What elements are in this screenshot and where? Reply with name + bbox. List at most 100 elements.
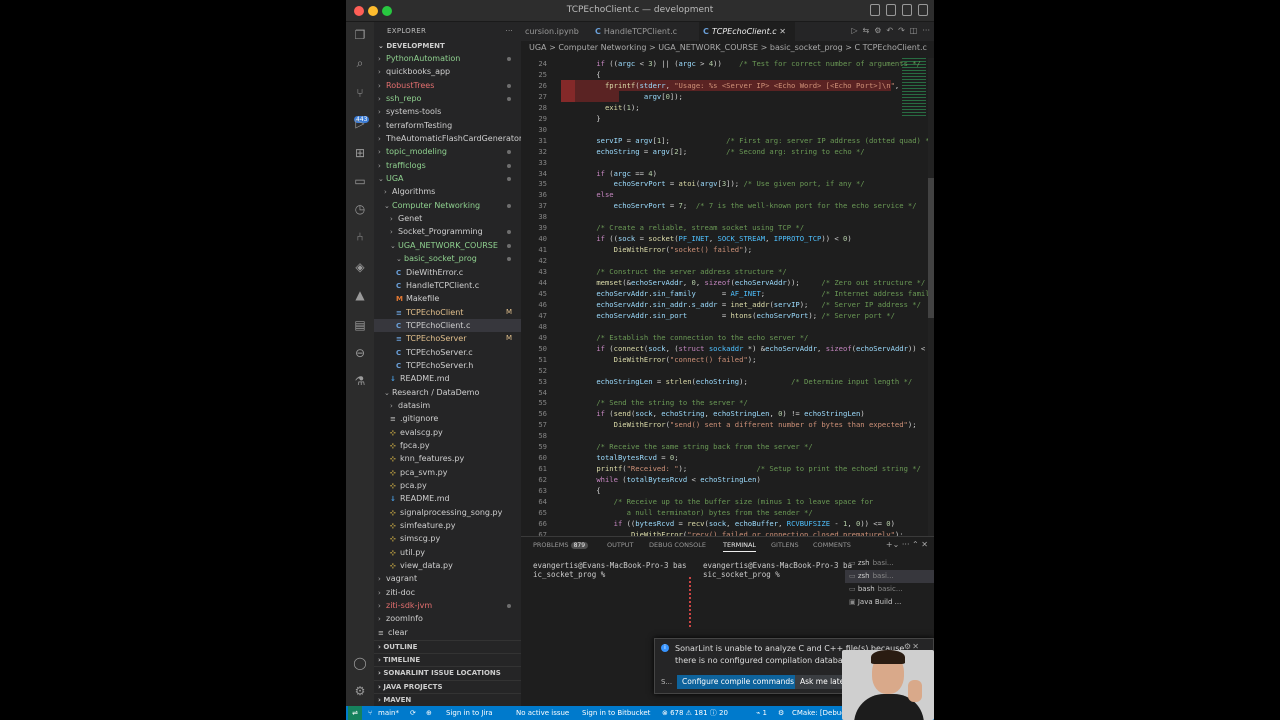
code-line[interactable]: 52 (521, 365, 921, 376)
more-actions-icon[interactable]: ··· (505, 22, 513, 40)
code-line[interactable]: 58 (521, 430, 921, 441)
code-editor[interactable]: 24 if ((argc < 3) || (argc > 4)) /* Test… (521, 58, 934, 536)
new-terminal-icon[interactable]: +⌄ (886, 540, 899, 549)
tree-item[interactable]: › trafficlogs (374, 159, 521, 172)
timeline-icon[interactable]: ◷ (353, 202, 367, 216)
tree-item[interactable]: ⊹ pca.py (374, 479, 521, 492)
cmake-status[interactable]: CMake: [Debug (792, 706, 846, 720)
tree-item[interactable]: › PythonAutomation (374, 52, 521, 65)
tree-item[interactable]: ⊹ util.py (374, 546, 521, 559)
code-line[interactable]: 53 echoStringLen = strlen(echoString); /… (521, 376, 921, 387)
close-panel-icon[interactable]: ✕ (921, 540, 928, 549)
tree-item[interactable]: ⊹ view_data.py (374, 559, 521, 572)
compare-icon[interactable]: ⇆ (863, 26, 870, 35)
search-icon[interactable]: ⌕ (353, 56, 367, 70)
terminal-left[interactable]: evangertis@Evans-MacBook-Pro-3 bas ic_so… (533, 561, 687, 579)
code-line[interactable]: 67 DieWithError("recv() failed or connec… (521, 529, 921, 536)
tree-item[interactable]: › ziti-doc (374, 586, 521, 599)
toggle-secondary-sidebar-icon[interactable] (902, 4, 912, 16)
code-line[interactable]: 42 (521, 255, 921, 266)
code-line[interactable]: 66 if ((bytesRcvd = recv(sock, echoBuffe… (521, 518, 921, 529)
jira-issue[interactable]: No active issue (516, 706, 569, 720)
tree-item[interactable]: ≡ .gitignore (374, 412, 521, 425)
minimap[interactable] (902, 58, 926, 118)
sidebar-section[interactable]: › TIMELINE (374, 653, 521, 666)
code-line[interactable]: 39 /* Create a reliable, stream socket u… (521, 222, 921, 233)
account-icon[interactable]: ◯ (353, 656, 367, 670)
terminal-instance[interactable]: ▭ zsh basi... (845, 557, 934, 570)
code-line[interactable]: 26 fprintf(stderr, "Usage: %s <Server IP… (521, 80, 921, 91)
tab-output[interactable]: OUTPUT (607, 541, 634, 549)
tree-item[interactable]: M Makefile (374, 292, 521, 305)
more-icon[interactable]: ··· (922, 26, 930, 35)
editor-scrollbar[interactable] (928, 58, 934, 536)
tree-item[interactable]: › ssh_repo (374, 92, 521, 105)
code-line[interactable]: 36 else (521, 189, 921, 200)
problems-counts[interactable]: ⊗ 678 ⚠ 181 ⓘ 20 (662, 706, 728, 720)
gitlens-icon[interactable]: ⑃ (353, 230, 367, 244)
code-line[interactable]: 37 echoServPort = 7; /* 7 is the well-kn… (521, 200, 921, 211)
tree-item[interactable]: ↓ README.md (374, 372, 521, 385)
gear-icon[interactable]: ⚙ (874, 26, 881, 35)
tree-item[interactable]: › systems-tools (374, 105, 521, 118)
code-line[interactable]: 54 (521, 387, 921, 398)
code-line[interactable]: 65 a null terminator) bytes from the sen… (521, 507, 921, 518)
tree-item[interactable]: › Algorithms (374, 185, 521, 198)
maximize-panel-icon[interactable]: ⌃ (912, 540, 919, 549)
tree-item[interactable]: › RobustTrees (374, 79, 521, 92)
code-line[interactable]: 38 (521, 211, 921, 222)
code-line[interactable]: 45 echoServAddr.sin_family = AF_INET; /*… (521, 288, 934, 299)
code-line[interactable]: 63 { (521, 485, 921, 496)
sync-icon[interactable]: ⟳ (410, 706, 416, 720)
tree-item[interactable]: ≡ TCPEchoClient M (374, 306, 521, 319)
tree-item[interactable]: › TheAutomaticFlashCardGenerator (374, 132, 521, 145)
tree-item[interactable]: › Genet (374, 212, 521, 225)
code-line[interactable]: 44 memset(&echoServAddr, 0, sizeof(echoS… (521, 277, 925, 288)
code-line[interactable]: 28 exit(1); (521, 102, 921, 113)
split-editor-icon[interactable]: ◫ (910, 26, 918, 35)
source-control-icon[interactable]: ⑂ (353, 86, 367, 100)
sidebar-section[interactable]: › MAVEN (374, 692, 521, 706)
tree-item[interactable]: ↓ README.md (374, 492, 521, 505)
tree-item[interactable]: ⊹ evalscg.py (374, 426, 521, 439)
docker-icon[interactable]: ◈ (353, 260, 367, 274)
configure-compile-commands-button[interactable]: Configure compile commands (677, 675, 800, 689)
toggle-panel-icon[interactable] (886, 4, 896, 16)
sidebar-section[interactable]: › OUTLINE (374, 640, 521, 653)
sign-in-jira[interactable]: Sign in to Jira (446, 706, 493, 720)
code-line[interactable]: 43 /* Construct the server address struc… (521, 266, 921, 277)
tree-item[interactable]: ⌄ Research / DataDemo (374, 386, 521, 399)
remote-icon[interactable]: ⇌ (348, 706, 362, 720)
tree-item[interactable]: ⊹ pca_svm.py (374, 466, 521, 479)
tree-item[interactable]: C HandleTCPClient.c (374, 279, 521, 292)
tree-item[interactable]: ⊹ fpca.py (374, 439, 521, 452)
tree-item[interactable]: › terraformTesting (374, 119, 521, 132)
go-back-icon[interactable]: ↶ (886, 26, 893, 35)
notebook-icon[interactable]: ▤ (353, 318, 367, 332)
tree-item[interactable]: › datasim (374, 399, 521, 412)
code-line[interactable]: 40 if ((sock = socket(PF_INET, SOCK_STRE… (521, 233, 921, 244)
terminal-instance[interactable]: ▭ zsh basi... (845, 570, 934, 583)
testing-icon[interactable]: ⚗ (353, 374, 367, 388)
tree-item[interactable]: ⌄ UGA_NETWORK_COURSE (374, 239, 521, 252)
code-line[interactable]: 50 if (connect(sock, (struct sockaddr *)… (521, 343, 934, 354)
tab-handletcpclient[interactable]: C HandleTCPClient.c (591, 22, 695, 41)
tree-item[interactable]: ⌄ basic_socket_prog (374, 252, 521, 265)
publish-icon[interactable]: ⊕ (426, 706, 432, 720)
live-share-icon[interactable]: ⊖ (353, 346, 367, 360)
tree-item[interactable]: ≡ clear (374, 626, 521, 639)
tree-item[interactable]: ⌄ UGA (374, 172, 521, 185)
more-icon[interactable]: ··· (902, 540, 910, 549)
terminal-instance[interactable]: ▣ Java Build ... (845, 596, 934, 609)
workspace-root[interactable]: ⌄ DEVELOPMENT (374, 40, 521, 52)
code-line[interactable]: 33 (521, 157, 921, 168)
code-line[interactable]: 24 if ((argc < 3) || (argc > 4)) /* Test… (521, 58, 921, 69)
tree-item[interactable]: ⊹ knn_features.py (374, 452, 521, 465)
code-line[interactable]: 27 argv[0]); (521, 91, 921, 102)
toggle-sidebar-icon[interactable] (870, 4, 880, 16)
code-line[interactable]: 41 DieWithError("socket() failed"); (521, 244, 921, 255)
tree-item[interactable]: ⊹ signalprocessing_song.py (374, 506, 521, 519)
tree-item[interactable]: › ziti-sdk-jvm (374, 599, 521, 612)
run-icon[interactable]: ▷ (851, 26, 857, 35)
code-line[interactable]: 61 printf("Received: "); /* Setup to pri… (521, 463, 921, 474)
